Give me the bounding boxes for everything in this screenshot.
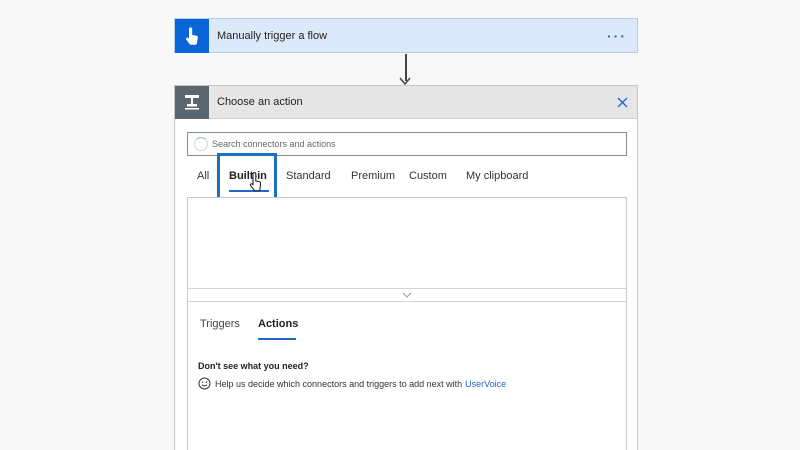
subtab-actions[interactable]: Actions	[258, 318, 298, 340]
tab-standard[interactable]: Standard	[286, 170, 351, 182]
tab-custom[interactable]: Custom	[409, 170, 466, 182]
uservoice-link[interactable]: UserVoice	[465, 379, 506, 389]
feedback-row: Help us decide which connectors and trig…	[198, 377, 506, 390]
subtab-triggers[interactable]: Triggers	[200, 318, 258, 330]
tab-my-clipboard[interactable]: My clipboard	[466, 170, 546, 182]
trigger-title: Manually trigger a flow	[217, 29, 328, 42]
loading-spinner-icon	[194, 137, 208, 151]
trigger-card[interactable]: Manually trigger a flow ···	[174, 18, 638, 53]
action-card: Choose an action Search connectors and a…	[174, 85, 638, 450]
smile-icon	[198, 377, 211, 390]
tab-built-in[interactable]: Built-in	[229, 170, 286, 192]
hand-touch-icon	[175, 18, 209, 53]
tab-premium[interactable]: Premium	[351, 170, 409, 182]
search-input[interactable]: Search connectors and actions	[187, 132, 627, 156]
action-icon	[175, 85, 209, 119]
result-subtabs: Triggers Actions	[200, 318, 298, 340]
action-title: Choose an action	[217, 96, 303, 108]
results-panel: Triggers Actions Don't see what you need…	[187, 197, 627, 450]
chevron-down-icon	[402, 292, 412, 298]
tab-all[interactable]: All	[197, 170, 229, 182]
more-icon[interactable]: ···	[607, 28, 627, 44]
expand-divider[interactable]	[188, 288, 626, 302]
close-icon[interactable]	[615, 95, 629, 109]
connector-tabs: All Built-in Standard Premium Custom My …	[197, 170, 546, 192]
dont-see-heading: Don't see what you need?	[198, 361, 309, 371]
feedback-text: Help us decide which connectors and trig…	[215, 378, 463, 389]
action-header: Choose an action	[175, 85, 637, 119]
search-placeholder: Search connectors and actions	[212, 139, 336, 149]
